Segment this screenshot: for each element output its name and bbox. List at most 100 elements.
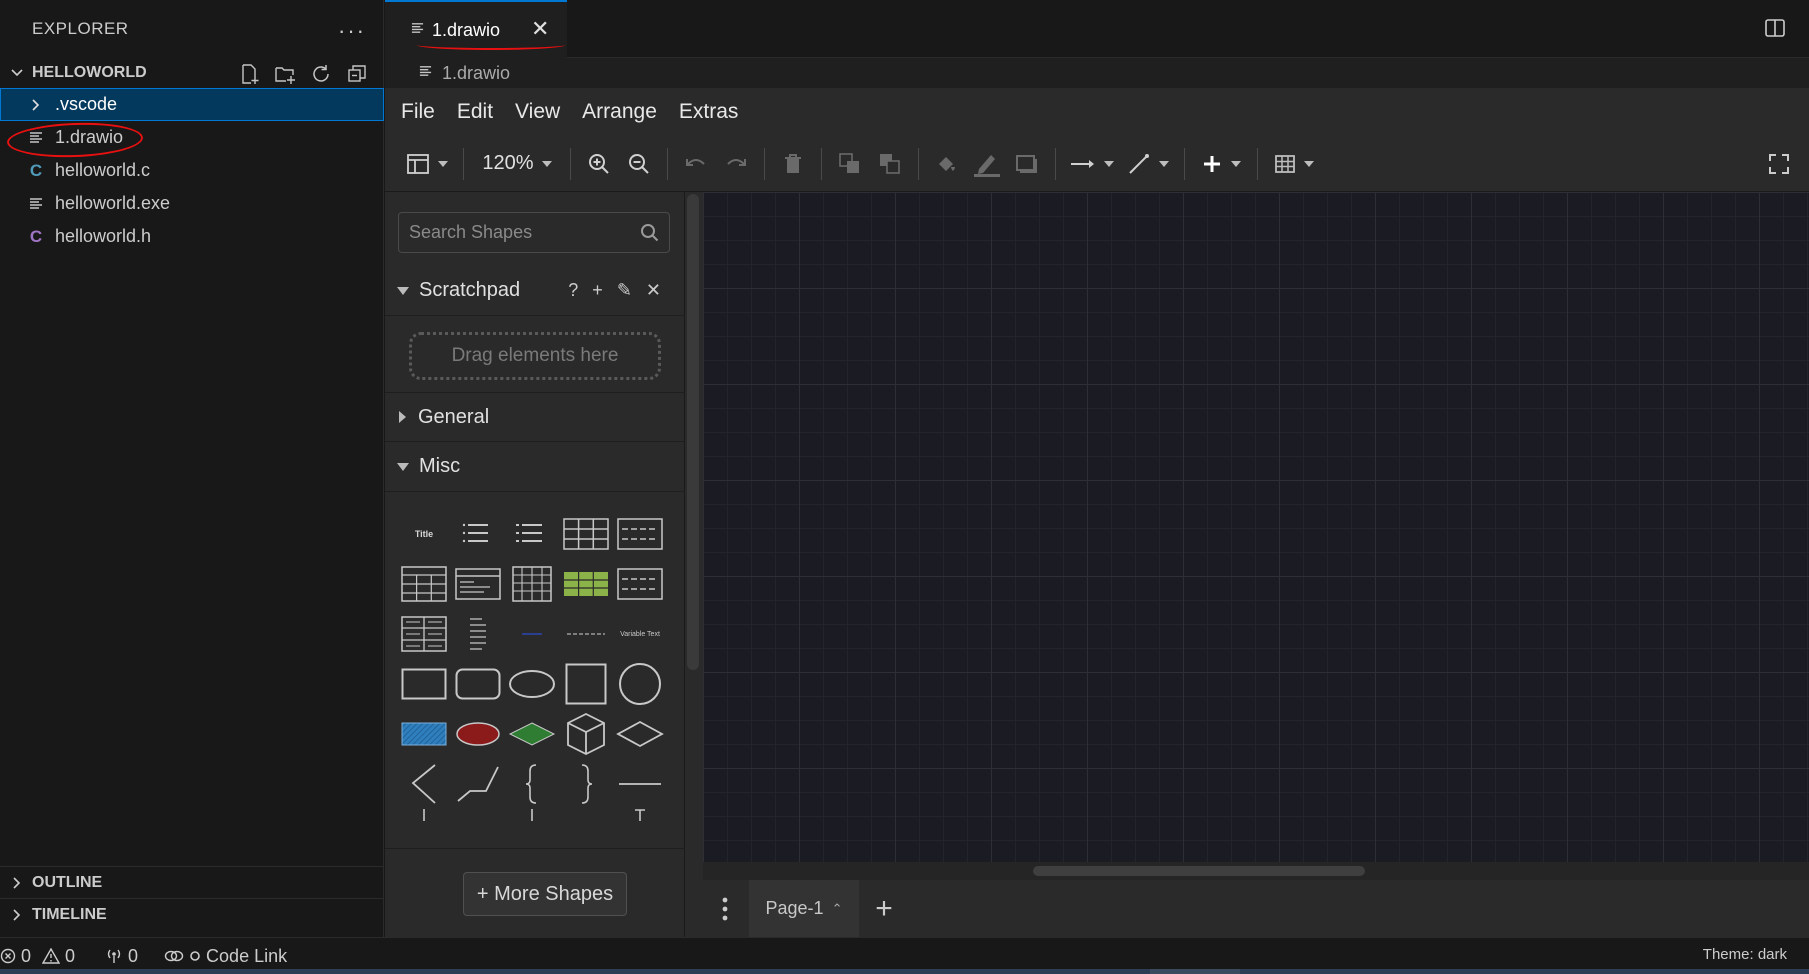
tree-item-helloworld-h[interactable]: C helloworld.h <box>0 220 384 253</box>
shape-rounded-rectangle[interactable] <box>453 662 503 706</box>
zoom-out-button[interactable] <box>619 144 659 184</box>
to-back-button[interactable] <box>870 144 910 184</box>
shape-dashed-table[interactable] <box>615 512 665 556</box>
close-icon[interactable]: ✕ <box>646 280 661 301</box>
shape-right-brace[interactable] <box>561 762 611 806</box>
search-shapes-field[interactable] <box>398 212 670 253</box>
shape-variable-text[interactable]: Variable Text <box>615 612 665 656</box>
shape-left-brace[interactable] <box>507 762 557 806</box>
format-panel-button[interactable] <box>399 144 455 184</box>
shape-bullet-list[interactable] <box>453 512 503 556</box>
scrollbar-thumb[interactable] <box>1033 866 1365 876</box>
general-header[interactable]: General <box>385 392 685 442</box>
shape-text-list[interactable] <box>453 612 503 656</box>
shape-ellipse[interactable] <box>507 662 557 706</box>
tab-drawio[interactable]: 1.drawio ✕ <box>385 0 567 58</box>
search-shapes-input[interactable] <box>409 222 629 243</box>
menu-file[interactable]: File <box>401 100 435 124</box>
shape-split-table[interactable] <box>399 612 449 656</box>
close-icon[interactable]: ✕ <box>531 16 549 42</box>
undo-button[interactable] <box>676 144 716 184</box>
outline-section[interactable]: OUTLINE <box>0 866 384 898</box>
shape-table-grid[interactable] <box>561 512 611 556</box>
delete-button[interactable] <box>773 144 813 184</box>
shape-title-text[interactable]: Title <box>399 512 449 556</box>
shape-horizontal-line[interactable] <box>615 762 665 806</box>
new-file-icon[interactable] <box>236 61 262 87</box>
pages-menu-button[interactable] <box>703 897 747 921</box>
add-icon[interactable]: + <box>592 280 603 301</box>
connection-style-button[interactable] <box>1064 144 1120 184</box>
line-color-button[interactable] <box>967 144 1007 184</box>
more-shapes-button[interactable]: + More Shapes <box>463 872 627 916</box>
theme-status[interactable]: Theme: dark <box>1703 946 1787 963</box>
help-icon[interactable]: ? <box>568 280 578 301</box>
menu-edit[interactable]: Edit <box>457 100 493 124</box>
redo-button[interactable] <box>716 144 756 184</box>
panel-scrollbar[interactable] <box>687 194 699 670</box>
waypoints-button[interactable] <box>1120 144 1176 184</box>
problems-status[interactable]: 0 0 <box>0 946 75 967</box>
shape-dashed-table-2[interactable] <box>615 562 665 606</box>
shape-cube[interactable] <box>561 712 611 756</box>
shape-rhombus[interactable] <box>615 712 665 756</box>
shape-hatched-rectangle[interactable] <box>399 712 449 756</box>
caret-up-icon[interactable]: ⌃ <box>832 901 843 917</box>
diagram-canvas[interactable] <box>703 192 1809 862</box>
more-actions-icon[interactable]: ··· <box>338 18 366 44</box>
shape-header-table[interactable] <box>399 562 449 606</box>
zoom-select[interactable]: 120% <box>472 144 562 184</box>
menu-arrange[interactable]: Arrange <box>582 100 657 124</box>
refresh-icon[interactable] <box>308 61 334 87</box>
edit-icon[interactable]: ✎ <box>617 280 632 301</box>
tree-item-helloworld-exe[interactable]: helloworld.exe <box>0 187 384 220</box>
shape-red-ellipse[interactable] <box>453 712 503 756</box>
shape-dashed-line[interactable] <box>561 612 611 656</box>
shape-numbered-list[interactable] <box>507 512 557 556</box>
shape-grid-table[interactable] <box>507 562 557 606</box>
shape-window[interactable] <box>453 562 503 606</box>
split-editor-icon[interactable] <box>1763 16 1787 45</box>
add-page-button[interactable]: + <box>859 892 909 926</box>
shape-green-table[interactable] <box>561 562 611 606</box>
fullscreen-button[interactable] <box>1759 144 1799 184</box>
shape-vertical-tick[interactable] <box>399 808 449 822</box>
shape-t-marker[interactable] <box>615 808 665 822</box>
new-folder-icon[interactable] <box>272 61 298 87</box>
shape-zigzag[interactable] <box>399 762 449 806</box>
shape-link-line[interactable] <box>453 762 503 806</box>
shape-green-rhombus[interactable] <box>507 712 557 756</box>
menu-extras[interactable]: Extras <box>679 100 739 124</box>
caret-down-icon <box>397 286 409 295</box>
chevron-right-icon <box>27 98 45 112</box>
to-front-button[interactable] <box>830 144 870 184</box>
zoom-in-button[interactable] <box>579 144 619 184</box>
code-link-status[interactable]: Code Link <box>164 946 287 967</box>
table-button[interactable] <box>1266 144 1322 184</box>
text-file-icon <box>27 197 45 211</box>
shape-circle[interactable] <box>615 662 665 706</box>
shape-vertical-tick-2[interactable] <box>507 808 557 822</box>
shape-square[interactable] <box>561 662 611 706</box>
canvas-horizontal-scrollbar[interactable] <box>703 862 1809 880</box>
menu-view[interactable]: View <box>515 100 560 124</box>
tree-item-drawio[interactable]: 1.drawio <box>0 121 384 154</box>
tree-item-helloworld-c[interactable]: C helloworld.c <box>0 154 384 187</box>
timeline-section[interactable]: TIMELINE <box>0 898 384 930</box>
ports-status[interactable]: 0 <box>105 946 138 967</box>
caret-down-icon <box>397 462 409 471</box>
scratchpad-header[interactable]: Scratchpad ? + ✎ ✕ <box>385 266 685 316</box>
folder-header[interactable]: HELLOWORLD <box>0 58 384 88</box>
breadcrumb-file[interactable]: 1.drawio <box>442 63 510 84</box>
insert-button[interactable] <box>1193 144 1249 184</box>
shadow-button[interactable] <box>1007 144 1047 184</box>
shape-link[interactable] <box>507 612 557 656</box>
page-tab-1[interactable]: Page-1 ⌃ <box>749 880 859 937</box>
shape-rectangle[interactable] <box>399 662 449 706</box>
misc-header[interactable]: Misc <box>385 442 685 492</box>
fill-color-button[interactable] <box>927 144 967 184</box>
tree-item-vscode[interactable]: .vscode <box>0 88 384 121</box>
search-icon[interactable] <box>640 223 660 243</box>
scratchpad-drop-zone[interactable]: Drag elements here <box>409 332 661 380</box>
collapse-all-icon[interactable] <box>344 61 370 87</box>
